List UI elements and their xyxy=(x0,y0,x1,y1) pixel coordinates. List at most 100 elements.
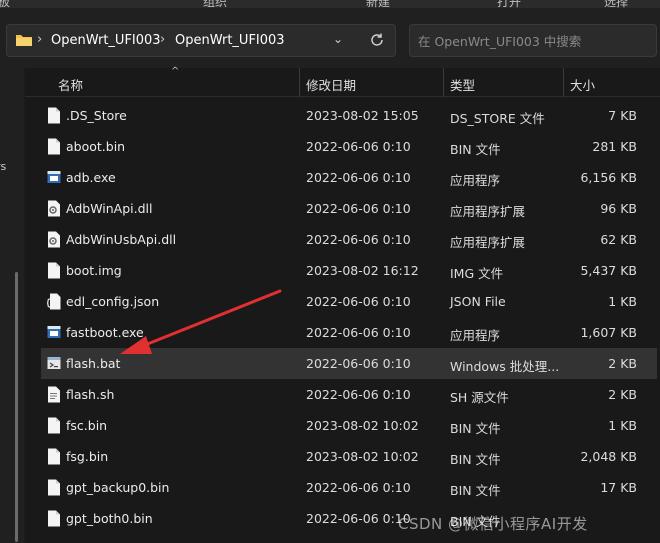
file-type: IMG 文件 xyxy=(450,266,504,281)
address-toolbar: › OpenWrt_UFI003 › OpenWrt_UFI003 ⌄ xyxy=(0,8,660,68)
column-header-type[interactable]: 类型 xyxy=(450,75,475,94)
script-icon xyxy=(47,386,61,403)
file-date: 2022-06-06 0:10 xyxy=(306,294,411,309)
file-date: 2022-06-06 0:10 xyxy=(306,356,411,371)
column-header-name[interactable]: 名称 xyxy=(58,75,83,94)
file-name: fastboot.exe xyxy=(66,325,144,340)
file-date: 2022-06-06 0:10 xyxy=(306,139,411,154)
file-row[interactable]: gpt_backup0.bin 2022-06-06 0:10 BIN 文件 17 K… xyxy=(41,472,657,503)
nav-item-label[interactable]: rs xyxy=(0,160,6,173)
file-type: BIN 文件 xyxy=(450,421,501,436)
file-date: 2022-06-06 0:10 xyxy=(306,232,411,247)
file-row[interactable]: aboot.bin 2022-06-06 0:10 BIN 文件 281 KB xyxy=(41,131,657,162)
refresh-icon[interactable] xyxy=(368,31,386,49)
file-date: 2022-06-06 0:10 xyxy=(306,170,411,185)
ribbon-item[interactable]: 板 xyxy=(0,0,10,8)
file-name: fsc.bin xyxy=(66,418,108,433)
file-date: 2022-06-06 0:10 xyxy=(306,511,411,526)
file-row[interactable]: fsg.bin 2023-08-02 10:02 BIN 文件 2,048 KB xyxy=(41,441,657,472)
column-divider[interactable] xyxy=(563,68,564,97)
file-size: 281 KB xyxy=(592,139,637,154)
exe-icon xyxy=(47,169,61,186)
document-icon xyxy=(47,448,61,465)
file-row[interactable]: .DS_Store 2023-08-02 15:05 DS_STORE 文件 7 KB xyxy=(41,100,657,131)
ribbon-item[interactable]: 选择 xyxy=(604,0,628,8)
file-name: fsg.bin xyxy=(66,449,109,464)
file-type: SH 源文件 xyxy=(450,390,509,405)
file-type: 应用程序 xyxy=(450,173,501,188)
file-size: 2 KB xyxy=(608,356,637,371)
file-name: edl_config.json xyxy=(66,294,160,309)
nav-scrollbar[interactable] xyxy=(15,272,18,542)
command-ribbon: 板 组织 新建 打开 选择 xyxy=(0,0,660,8)
file-size: 5,437 KB xyxy=(580,263,637,278)
document-icon xyxy=(47,262,61,279)
file-date: 2022-06-06 0:10 xyxy=(306,201,411,216)
file-size: 1,607 KB xyxy=(580,325,637,340)
ribbon-item[interactable]: 新建 xyxy=(366,0,390,8)
file-size: 1 KB xyxy=(608,418,637,433)
file-name: AdbWinUsbApi.dll xyxy=(66,232,177,247)
watermark: CSDN @微信小程序AI开发 xyxy=(398,515,588,533)
file-type: BIN 文件 xyxy=(450,483,501,498)
column-divider[interactable] xyxy=(299,68,300,97)
search-input[interactable] xyxy=(418,31,648,51)
chevron-down-icon[interactable]: ⌄ xyxy=(333,32,343,46)
document-icon xyxy=(47,417,61,434)
ribbon-item[interactable]: 组织 xyxy=(203,0,227,8)
file-type: JSON File xyxy=(450,294,506,309)
address-bar[interactable]: › OpenWrt_UFI003 › OpenWrt_UFI003 ⌄ xyxy=(6,24,396,57)
file-list: ^ 名称 修改日期 类型 大小 .DS_Store 2023-08-02 15:0… xyxy=(25,66,660,543)
file-type: BIN 文件 xyxy=(450,452,501,467)
file-name: aboot.bin xyxy=(66,139,126,154)
file-date: 2022-06-06 0:10 xyxy=(306,325,411,340)
breadcrumb-separator: › xyxy=(160,32,166,47)
file-size: 7 KB xyxy=(608,108,637,123)
file-row[interactable]: adb.exe 2022-06-06 0:10 应用程序 6,156 KB xyxy=(41,162,657,193)
file-type: BIN 文件 xyxy=(450,142,501,157)
column-divider[interactable] xyxy=(443,68,444,97)
folder-icon xyxy=(16,35,32,46)
file-date: 2023-08-02 15:05 xyxy=(306,108,419,123)
file-size: 6,156 KB xyxy=(580,170,637,185)
ribbon-item[interactable]: 打开 xyxy=(497,0,521,8)
file-name: boot.img xyxy=(66,263,122,278)
file-row[interactable]: flash.sh 2022-06-06 0:10 SH 源文件 2 KB xyxy=(41,379,657,410)
file-date: 2023-08-02 10:02 xyxy=(306,418,419,433)
file-date: 2023-08-02 10:02 xyxy=(306,449,419,464)
file-row[interactable]: flash.bat 2022-06-06 0:10 Windows 批处理... 2 … xyxy=(41,348,657,379)
file-size: 62 KB xyxy=(600,232,637,247)
file-type: 应用程序 xyxy=(450,328,501,343)
column-header-date[interactable]: 修改日期 xyxy=(306,75,356,94)
breadcrumb-separator: › xyxy=(37,32,43,47)
breadcrumb-item[interactable]: OpenWrt_UFI003 xyxy=(51,33,161,48)
file-row[interactable]: boot.img 2023-08-02 16:12 IMG 文件 5,437 KB xyxy=(41,255,657,286)
file-row[interactable]: AdbWinUsbApi.dll 2022-06-06 0:10 应用程序扩展 62 … xyxy=(41,224,657,255)
json-icon xyxy=(46,293,61,310)
file-date: 2022-06-06 0:10 xyxy=(306,387,411,402)
exe-icon xyxy=(47,324,61,341)
file-name: adb.exe xyxy=(66,170,116,185)
file-row[interactable]: fsc.bin 2023-08-02 10:02 BIN 文件 1 KB xyxy=(41,410,657,441)
file-type: Windows 批处理... xyxy=(450,359,560,374)
document-icon xyxy=(47,510,61,527)
search-box[interactable] xyxy=(409,24,657,57)
breadcrumb-item[interactable]: OpenWrt_UFI003 xyxy=(175,33,285,48)
file-row[interactable]: AdbWinApi.dll 2022-06-06 0:10 应用程序扩展 96 KB xyxy=(41,193,657,224)
file-name: gpt_both0.bin xyxy=(66,511,153,526)
file-type: 应用程序扩展 xyxy=(450,204,526,219)
sort-ascending-icon: ^ xyxy=(171,66,180,77)
file-row[interactable]: fastboot.exe 2022-06-06 0:10 应用程序 1,607 KB xyxy=(41,317,657,348)
column-header-size[interactable]: 大小 xyxy=(570,75,595,94)
file-date: 2023-08-02 16:12 xyxy=(306,263,419,278)
document-icon xyxy=(47,138,61,155)
file-name: .DS_Store xyxy=(66,108,127,123)
file-type: 应用程序扩展 xyxy=(450,235,526,250)
file-size: 17 KB xyxy=(600,480,637,495)
document-icon xyxy=(47,479,61,496)
navigation-pane: rs xyxy=(0,68,24,543)
file-name: AdbWinApi.dll xyxy=(66,201,153,216)
file-date: 2022-06-06 0:10 xyxy=(306,480,411,495)
file-row[interactable]: edl_config.json 2022-06-06 0:10 JSON File 1… xyxy=(41,286,657,317)
document-icon xyxy=(47,107,61,124)
